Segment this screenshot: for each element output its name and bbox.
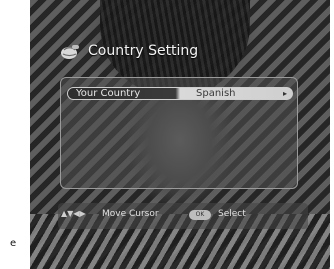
- page-edge-marker: e: [10, 238, 17, 249]
- move-cursor-hint: Move Cursor: [102, 209, 159, 219]
- ok-key-icon: OK: [189, 210, 211, 220]
- page-title: Country Setting: [88, 43, 199, 59]
- country-label: Your Country: [76, 88, 141, 99]
- country-setting-row[interactable]: Your Country Spanish ▸: [67, 87, 293, 100]
- direction-arrows-icon: ▲▼◀▶: [61, 209, 86, 218]
- help-bar: ▲▼◀▶ Move Cursor OK Select: [58, 203, 308, 229]
- settings-panel: Your Country Spanish ▸: [60, 77, 298, 189]
- select-hint: Select: [218, 209, 246, 219]
- globe-icon: [61, 45, 79, 59]
- country-value[interactable]: Spanish: [196, 88, 236, 99]
- osd-title-bar: Country Setting: [42, 40, 320, 66]
- dropdown-arrow-icon[interactable]: ▸: [283, 88, 287, 99]
